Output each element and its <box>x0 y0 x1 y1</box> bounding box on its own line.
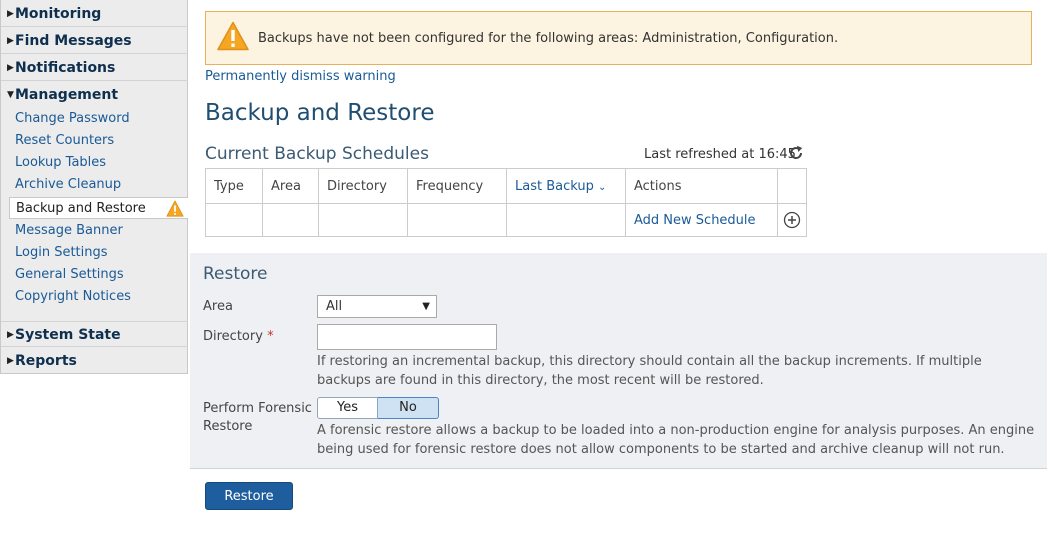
forensic-label-line2: Restore <box>203 419 253 434</box>
column-header-label: Last Backup <box>515 178 594 194</box>
directory-label-text: Directory <box>203 329 263 344</box>
directory-input[interactable] <box>317 324 497 350</box>
sidebar-item-backup-and-restore[interactable]: Backup and Restore <box>9 197 188 219</box>
expand-arrow-icon: ▶ <box>7 63 14 73</box>
collapse-arrow-icon: ▼ <box>7 90 14 100</box>
last-refreshed-text: Last refreshed at 16:45 <box>644 147 796 162</box>
sidebar-section-find-messages[interactable]: ▶ Find Messages <box>1 28 188 54</box>
warning-icon <box>217 21 249 51</box>
sidebar-section-label: Notifications <box>15 60 116 76</box>
sidebar-section-label: Monitoring <box>15 6 102 22</box>
expand-arrow-icon: ▶ <box>7 356 14 366</box>
column-header-frequency: Frequency <box>407 168 507 204</box>
add-new-schedule-link[interactable]: Add New Schedule <box>634 213 756 228</box>
sort-chevron-down-icon: ⌄ <box>598 181 607 193</box>
area-select[interactable]: All ▼ <box>317 295 437 318</box>
sidebar-item-archive-cleanup[interactable]: Archive Cleanup <box>9 174 188 196</box>
warning-banner: Backups have not been configured for the… <box>205 11 1032 65</box>
sidebar-section-label: Find Messages <box>15 33 132 49</box>
table-cell <box>205 203 263 237</box>
restore-heading: Restore <box>203 264 268 284</box>
table-cell <box>777 203 807 237</box>
expand-arrow-icon: ▶ <box>7 9 14 19</box>
sidebar-item-reset-counters[interactable]: Reset Counters <box>9 130 188 152</box>
table-row: Add New Schedule <box>205 203 807 237</box>
column-header-area: Area <box>262 168 319 204</box>
sidebar-item-message-banner[interactable]: Message Banner <box>9 220 188 242</box>
forensic-help-text: A forensic restore allows a backup to be… <box>317 423 1035 457</box>
table-cell: Add New Schedule <box>625 203 778 237</box>
dismiss-warning-link[interactable]: Permanently dismiss warning <box>205 69 396 84</box>
forensic-toggle: Yes No <box>317 397 439 419</box>
area-select-value: All <box>326 299 343 314</box>
table-cell <box>262 203 319 237</box>
sidebar-item-login-settings[interactable]: Login Settings <box>9 242 188 264</box>
forensic-label-line1: Perform Forensic <box>203 401 312 416</box>
warning-icon <box>166 200 184 217</box>
toggle-yes-button[interactable]: Yes <box>317 397 378 419</box>
sidebar-nav: ▶ Monitoring ▶ Find Messages ▶ Notificat… <box>0 0 188 374</box>
column-header-type: Type <box>205 168 263 204</box>
directory-label: Directory * <box>203 329 274 344</box>
sidebar-section-label: Reports <box>15 353 77 369</box>
table-header-row: Type Area Directory Frequency Last Backu… <box>205 168 807 204</box>
dropdown-caret-icon: ▼ <box>422 301 430 312</box>
sidebar-item-lookup-tables[interactable]: Lookup Tables <box>9 152 188 174</box>
sidebar-item-change-password[interactable]: Change Password <box>9 108 188 130</box>
sidebar-section-label: System State <box>15 327 121 343</box>
schedules-heading: Current Backup Schedules <box>205 144 429 164</box>
expand-arrow-icon: ▶ <box>7 36 14 46</box>
column-header-directory: Directory <box>318 168 408 204</box>
column-header-actions: Actions <box>625 168 778 204</box>
sidebar-item-label: Backup and Restore <box>16 201 146 216</box>
restore-button[interactable]: Restore <box>205 482 293 510</box>
backup-schedules-table: Type Area Directory Frequency Last Backu… <box>205 168 807 237</box>
required-asterisk: * <box>267 329 274 344</box>
directory-help-text: If restoring an incremental backup, this… <box>317 354 982 388</box>
warning-message: Backups have not been configured for the… <box>258 31 839 46</box>
sidebar-item-general-settings[interactable]: General Settings <box>9 264 188 286</box>
sidebar-section-monitoring[interactable]: ▶ Monitoring <box>1 1 188 27</box>
table-cell <box>318 203 408 237</box>
column-header-spacer <box>777 168 807 204</box>
column-header-last-backup[interactable]: Last Backup ⌄ <box>506 168 626 204</box>
sidebar-section-system-state[interactable]: ▶ System State <box>1 321 188 347</box>
refresh-icon[interactable] <box>788 145 804 161</box>
expand-arrow-icon: ▶ <box>7 330 14 340</box>
area-label: Area <box>203 299 233 314</box>
table-cell <box>506 203 626 237</box>
add-circle-icon[interactable] <box>783 211 801 229</box>
table-cell <box>407 203 507 237</box>
sidebar-section-notifications[interactable]: ▶ Notifications <box>1 55 188 81</box>
sidebar-section-reports[interactable]: ▶ Reports <box>1 348 188 374</box>
page-title: Backup and Restore <box>205 100 435 126</box>
toggle-no-button[interactable]: No <box>378 397 439 419</box>
sidebar-section-management[interactable]: ▼ Management <box>1 82 188 108</box>
sidebar-section-label: Management <box>15 87 119 103</box>
sidebar-item-copyright-notices[interactable]: Copyright Notices <box>9 286 188 308</box>
